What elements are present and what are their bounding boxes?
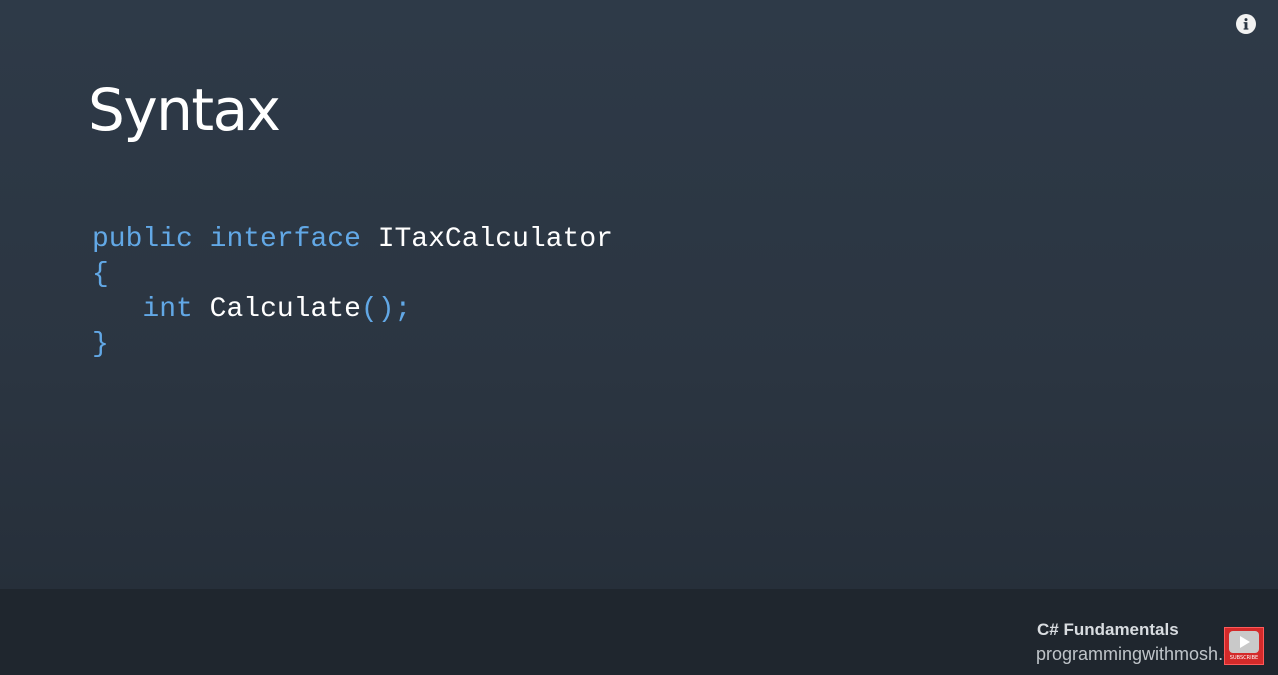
code-identifier: Calculate [209, 294, 361, 325]
slide: Syntax public interface ITaxCalculator{ … [0, 0, 1278, 675]
code-identifier: ITaxCalculator [377, 224, 613, 255]
code-brace: } [92, 329, 109, 360]
code-line-4: } [92, 327, 613, 362]
info-button[interactable] [1236, 14, 1256, 34]
slide-title: Syntax [88, 76, 281, 144]
subscribe-button[interactable]: SUBSCRIBE [1224, 627, 1264, 665]
subscribe-label: SUBSCRIBE [1229, 655, 1259, 661]
subscribe-icon-frame [1229, 631, 1259, 653]
course-title: C# Fundamentals [1037, 620, 1179, 639]
code-line-3: int Calculate(); [92, 292, 613, 327]
code-keyword: public [92, 224, 193, 255]
code-line-2: { [92, 257, 613, 292]
code-brace: { [92, 259, 109, 290]
code-punctuation: (); [360, 294, 412, 325]
code-block: public interface ITaxCalculator{ int Cal… [92, 222, 613, 362]
play-icon [1240, 636, 1250, 648]
code-keyword: interface [209, 224, 361, 255]
info-icon [1237, 15, 1255, 33]
code-keyword: int [142, 294, 193, 325]
code-line-1: public interface ITaxCalculator [92, 222, 613, 257]
